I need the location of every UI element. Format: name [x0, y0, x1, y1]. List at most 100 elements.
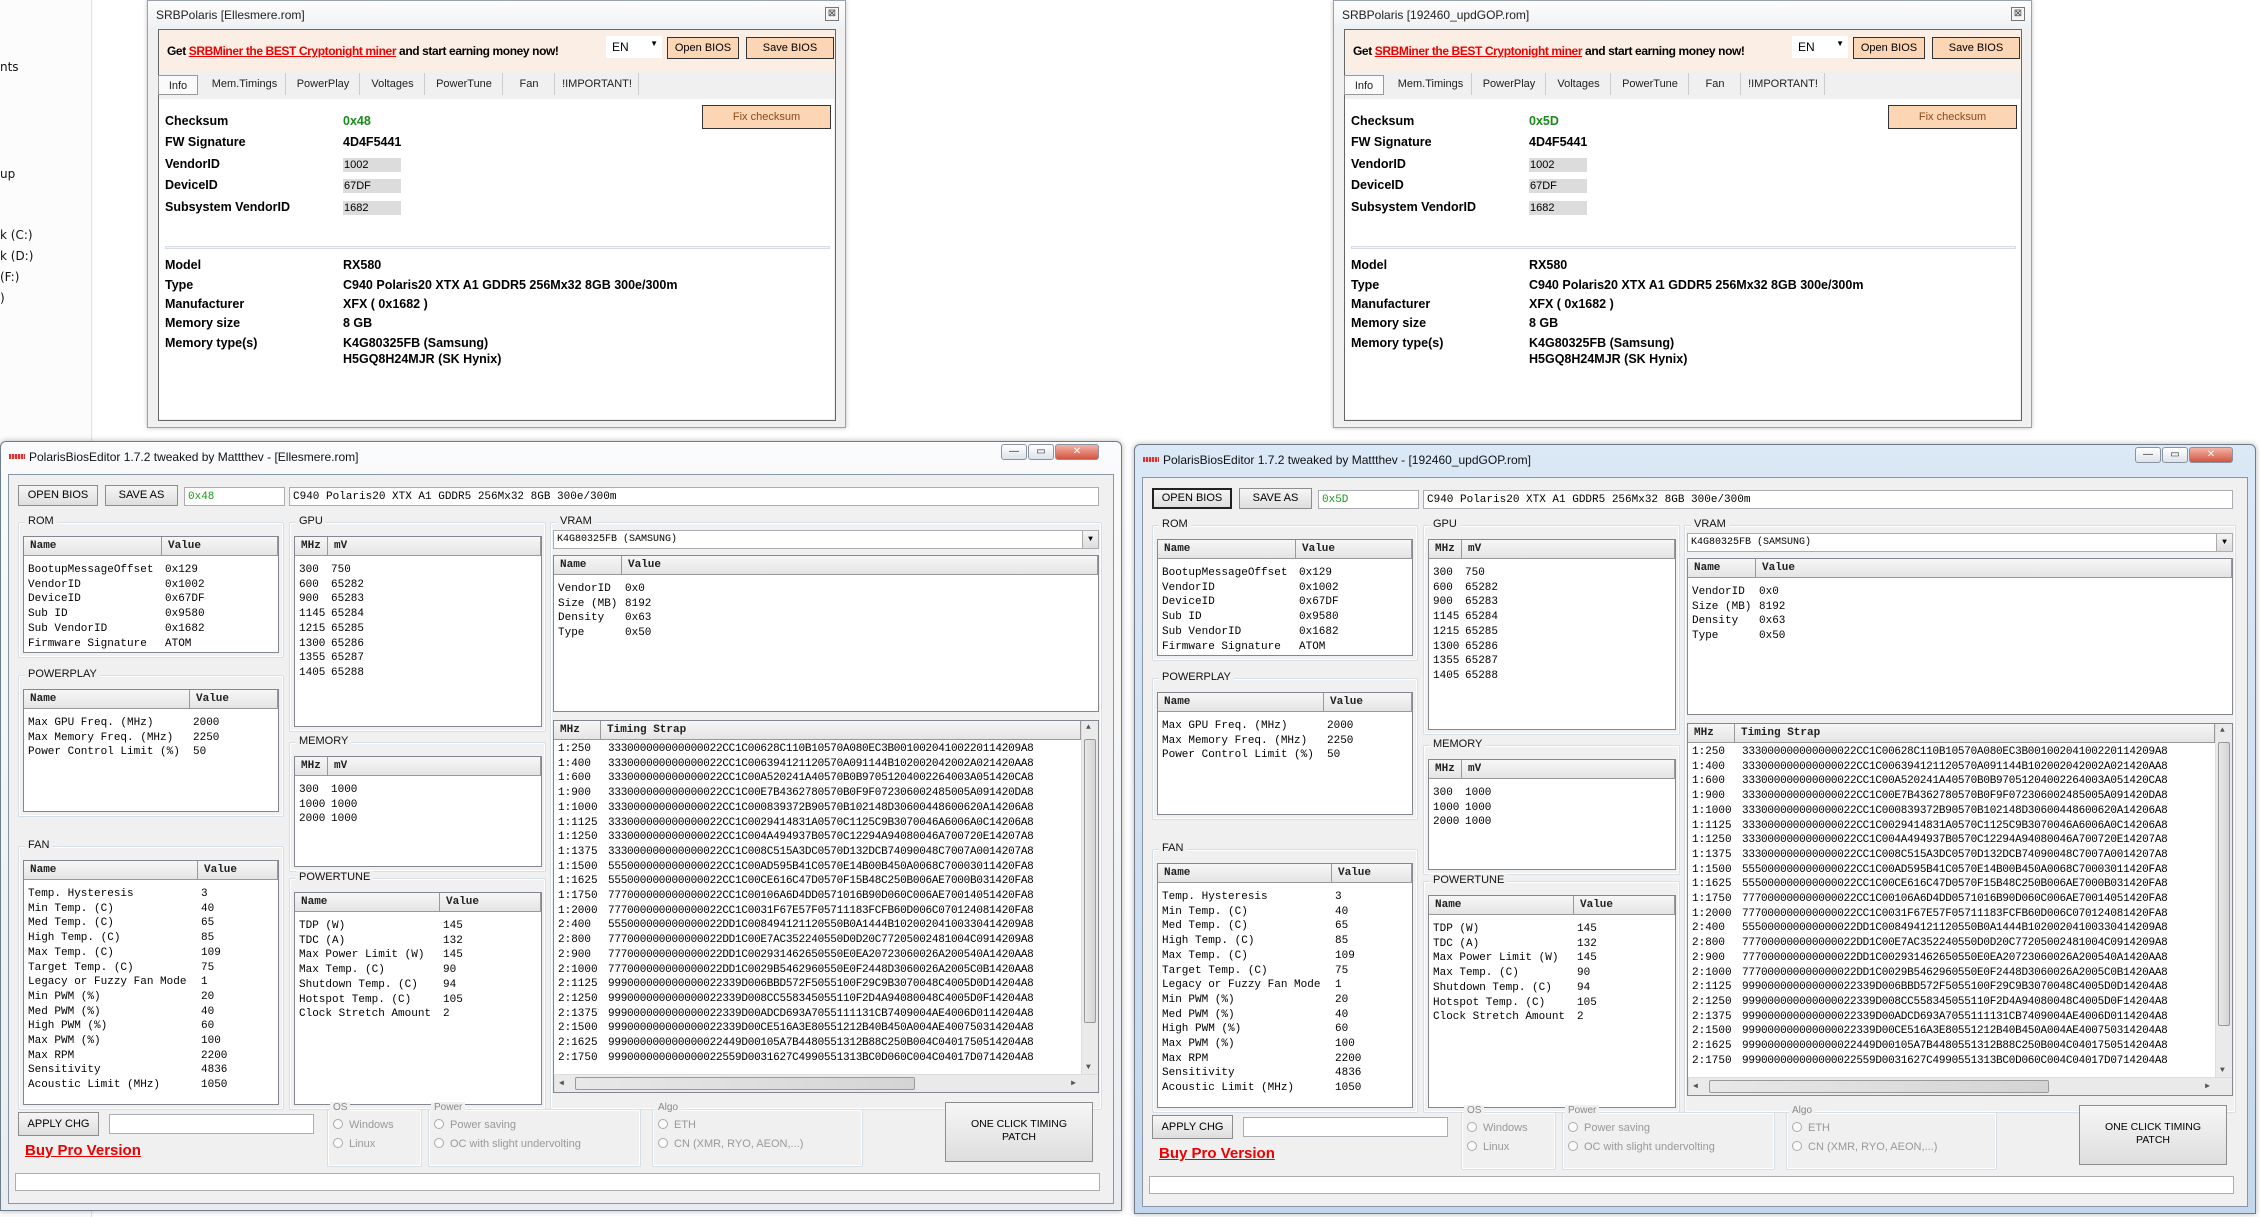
bios-type-field[interactable]: C940 Polaris20 XTX A1 GDDR5 256Mx32 8GB …	[1423, 490, 2233, 509]
column-header[interactable]: Value	[190, 690, 278, 709]
timing-row-mhz[interactable]: 2:900	[1692, 951, 1725, 966]
table-row-name[interactable]: Legacy or Fuzzy Fan Mode	[28, 975, 186, 990]
explorer-nav-item[interactable]: )	[0, 291, 5, 305]
table-row-value[interactable]: 85	[1335, 934, 1348, 949]
table-row-value[interactable]: 50	[1327, 748, 1340, 763]
gpu-table[interactable]: MHz mV 300 750 600 65282 900 65283 1145 65284 121…	[294, 536, 542, 727]
timing-row-mhz[interactable]: 1:1125	[558, 816, 598, 831]
table-row-name[interactable]: High PWM (%)	[1162, 1022, 1241, 1037]
table-row-value[interactable]: 105	[1577, 996, 1597, 1011]
timing-row-mhz[interactable]: 2:1000	[1692, 966, 1732, 981]
table-row-value[interactable]: 65286	[1465, 640, 1498, 655]
timing-row-strap[interactable]: 999000000000000022449D00105A7B4480551312…	[1742, 1039, 2214, 1054]
close-icon[interactable]: ✕	[2189, 447, 2233, 463]
column-header[interactable]: MHz	[554, 721, 601, 740]
column-header[interactable]: mV	[1462, 540, 1675, 559]
table-row-value[interactable]: 1000	[1465, 801, 1491, 816]
title-bar[interactable]: SRBPolaris [Ellesmere.rom] ⊠	[148, 1, 845, 29]
apply-input[interactable]	[109, 1114, 314, 1134]
table-row-value[interactable]: 0x67DF	[1299, 595, 1339, 610]
checksum-field[interactable]: 0x5D	[1318, 490, 1419, 509]
buy-pro-link[interactable]: Buy Pro Version	[1159, 1145, 1275, 1162]
timing-row-strap[interactable]: 777000000000000022DD1C00E7AC352240550D0D…	[608, 933, 1080, 948]
timing-row-strap[interactable]: 333000000000000022CC1C006394121120570A09…	[608, 757, 1080, 772]
table-row-name[interactable]: 1355	[299, 651, 325, 666]
table-row-value[interactable]: 109	[1335, 949, 1355, 964]
timing-row-mhz[interactable]: 1:1625	[558, 874, 598, 889]
table-row-name[interactable]: VendorID	[558, 582, 611, 597]
timing-row-mhz[interactable]: 2:800	[558, 933, 591, 948]
table-row-value[interactable]: 60	[1335, 1022, 1348, 1037]
column-header[interactable]: Name	[24, 690, 190, 709]
table-row-name[interactable]: Sensitivity	[28, 1063, 101, 1078]
table-row-value[interactable]: 90	[443, 963, 456, 978]
table-row-name[interactable]: Min PWM (%)	[28, 990, 101, 1005]
table-row-value[interactable]: 4836	[201, 1063, 227, 1078]
table-row-name[interactable]: Max Temp. (C)	[299, 963, 385, 978]
timing-row-strap[interactable]: 777000000000000022CC1C0031F67E57F0571118…	[608, 904, 1080, 919]
checksum-field[interactable]: 0x48	[184, 487, 285, 506]
os-radio[interactable]: Linux	[1467, 1141, 1509, 1153]
table-row-name[interactable]: 1300	[299, 637, 325, 652]
timing-row-mhz[interactable]: 1:250	[558, 742, 591, 757]
table-row-value[interactable]: 1000	[331, 783, 357, 798]
table-row-value[interactable]: 85	[201, 931, 214, 946]
title-bar[interactable]: SRBPolaris [192460_updGOP.rom] ⊠	[1334, 1, 2031, 29]
timing-row-mhz[interactable]: 2:1375	[558, 1007, 598, 1022]
table-row-name[interactable]: Max Power Limit (W)	[299, 948, 424, 963]
table-row-value[interactable]: 20	[201, 990, 214, 1005]
column-header[interactable]: Value	[1324, 693, 1412, 712]
table-row-value[interactable]: 0x1002	[165, 578, 205, 593]
timing-row-strap[interactable]: 333000000000000022CC1C00E7B4362780570B0F…	[608, 786, 1080, 801]
timing-row-strap[interactable]: 777000000000000022DD1C00E7AC352240550D0D…	[1742, 936, 2214, 951]
column-header[interactable]: Name	[295, 893, 440, 912]
scroll-right-icon[interactable]: ▶	[2205, 1081, 2210, 1091]
table-row-name[interactable]: 2000	[299, 812, 325, 827]
table-row-value[interactable]: 65	[201, 916, 214, 931]
table-row-value[interactable]: 105	[443, 993, 463, 1008]
table-row-name[interactable]: Max PWM (%)	[28, 1034, 101, 1049]
table-row-name[interactable]: Med Temp. (C)	[1162, 919, 1248, 934]
table-row-value[interactable]: 750	[331, 563, 351, 578]
timing-row-strap[interactable]: 999000000000000022449D00105A7B4480551312…	[608, 1036, 1080, 1051]
table-row-value[interactable]: 1000	[331, 812, 357, 827]
tab-memtimings[interactable]: Mem.Timings	[1390, 73, 1472, 95]
table-row-value[interactable]: 65282	[331, 578, 364, 593]
buy-pro-link[interactable]: Buy Pro Version	[25, 1142, 141, 1159]
timing-row-mhz[interactable]: 1:1500	[1692, 863, 1732, 878]
table-row-value[interactable]: ATOM	[165, 637, 191, 652]
table-row-name[interactable]: Sensitivity	[1162, 1066, 1235, 1081]
algo-radio[interactable]: ETH	[1792, 1122, 1830, 1134]
scroll-left-icon[interactable]: ◀	[559, 1078, 564, 1088]
table-row-value[interactable]: 750	[1465, 566, 1485, 581]
table-row-name[interactable]: Max RPM	[28, 1049, 74, 1064]
powertune-table[interactable]: Name Value TDP (W) 145 TDC (A) 132 Max Power …	[1428, 895, 1676, 1108]
tab-powerplay[interactable]: PowerPlay	[287, 73, 360, 95]
maximize-icon[interactable]: ▭	[1028, 444, 1054, 460]
close-icon[interactable]: ⊠	[825, 7, 839, 21]
radio-icon[interactable]	[333, 1119, 343, 1129]
table-row-value[interactable]: 0x67DF	[165, 592, 205, 607]
scrollbar-thumb[interactable]	[1084, 739, 1096, 1023]
column-header[interactable]: Value	[1296, 540, 1412, 559]
power-radio[interactable]: OC with slight undervolting	[434, 1138, 581, 1150]
scroll-right-icon[interactable]: ▶	[1071, 1078, 1076, 1088]
table-row-value[interactable]: 65282	[1465, 581, 1498, 596]
table-row-value[interactable]: 1	[201, 975, 208, 990]
rom-table[interactable]: Name Value BootupMessageOffset 0x129 Vendor…	[1157, 539, 1413, 656]
table-row-value[interactable]: 65284	[1465, 610, 1498, 625]
table-row-name[interactable]: 900	[1433, 595, 1453, 610]
column-header[interactable]: mV	[1462, 760, 1675, 779]
maximize-icon[interactable]: ▭	[2162, 447, 2188, 463]
timing-row-mhz[interactable]: 1:1750	[558, 889, 598, 904]
table-row-value[interactable]: 75	[1335, 964, 1348, 979]
table-row-name[interactable]: 900	[299, 592, 319, 607]
table-row-value[interactable]: 145	[443, 919, 463, 934]
save-as-button[interactable]: SAVE AS	[105, 485, 178, 506]
table-row-name[interactable]: Max RPM	[1162, 1052, 1208, 1067]
table-row-name[interactable]: Med PWM (%)	[28, 1005, 101, 1020]
table-row-name[interactable]: 2000	[1433, 815, 1459, 830]
column-header[interactable]: Timing Strap	[1735, 724, 2215, 743]
tab-important[interactable]: !IMPORTANT!	[1742, 73, 1825, 95]
table-row-name[interactable]: High Temp. (C)	[28, 931, 120, 946]
